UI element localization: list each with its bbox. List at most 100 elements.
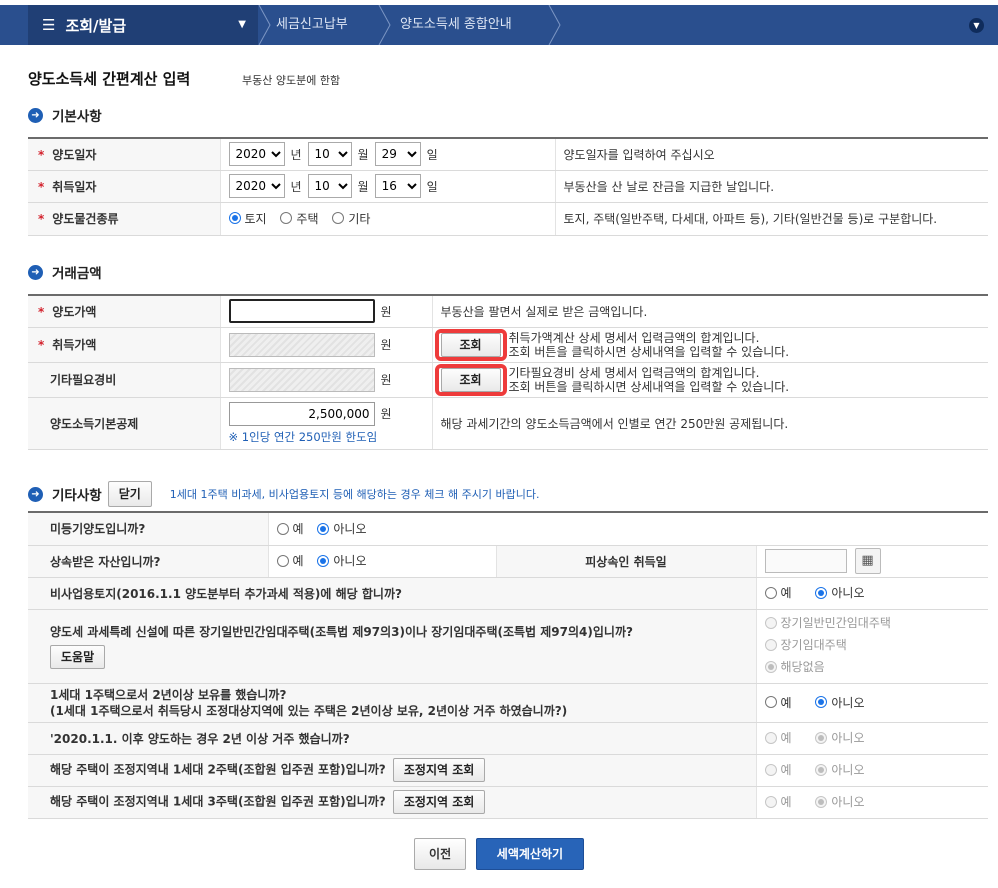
acquire-price-lookup-button[interactable]: 조회 [440, 332, 501, 357]
q4-option-long-term-rental[interactable]: 장기임대주택 [764, 635, 847, 655]
q7-row: 해당 주택이 조정지역내 1세대 2주택(조합원 입주권 포함)입니까? 조정지… [28, 754, 989, 787]
q3-label: 비사업용토지(2016.1.1 양도분부터 추가과세 적용)에 해당 합니까? [28, 577, 757, 610]
q2-yes[interactable]: 예 [276, 552, 304, 569]
other-expense-row: 기타필요경비 원 조회 기타필요경비 상세 명세서 입력금액의 합계입니다. 조… [28, 362, 988, 398]
radio-house[interactable]: 주택 [280, 210, 319, 227]
section-title: 기본사항 [52, 109, 102, 125]
q2-radios: 예 아니오 [268, 545, 497, 578]
q5-radios: 예 아니오 [756, 683, 989, 723]
year-unit: 년 [290, 179, 302, 194]
transfer-price-input[interactable] [228, 299, 375, 324]
q2-no[interactable]: 아니오 [317, 552, 367, 569]
q5-yes[interactable]: 예 [764, 694, 792, 711]
acquire-price-label: * 취득가액 [28, 327, 221, 363]
q7-no[interactable]: 아니오 [815, 761, 865, 778]
q7-yes[interactable]: 예 [764, 761, 792, 778]
radio-other[interactable]: 기타 [332, 210, 370, 227]
acquire-price-desc2: 조회 버튼을 클릭하시면 상세내역을 입력할 수 있습니다. [508, 344, 790, 359]
day-unit: 일 [426, 179, 438, 194]
basic-deduction-note: ※ 1인당 연간 250만원 한도임 [228, 429, 378, 444]
q4-row: 양도세 과세특례 신설에 따른 장기일반민간임대주택(조특법 제97의3)이나 … [28, 609, 989, 684]
q8-row: 해당 주택이 조정지역내 1세대 3주택(조합원 입주권 포함)입니까? 조정지… [28, 786, 989, 819]
section-amount-heading: ➜ 거래금액 [28, 262, 102, 282]
q4-option-general-rental[interactable]: 장기일반민간임대주택 [764, 613, 891, 633]
transfer-date-label: * 양도일자 [28, 137, 221, 171]
q4-radios: 장기일반민간임대주택 장기임대주택 해당없음 [756, 609, 989, 684]
inheritance-date-input[interactable] [764, 549, 847, 573]
close-button[interactable]: 닫기 [107, 481, 152, 507]
breadcrumb-separator-icon [548, 5, 561, 45]
q1-no[interactable]: 아니오 [317, 520, 367, 537]
prev-button[interactable]: 이전 [414, 838, 467, 870]
acquire-price-lookup-highlight: 조회 [434, 328, 507, 361]
q1-yes[interactable]: 예 [276, 520, 304, 537]
acquire-year-select[interactable]: 2020 [228, 174, 285, 198]
q4-option-none[interactable]: 해당없음 [764, 657, 825, 677]
day-unit: 일 [426, 147, 438, 162]
radio-land[interactable]: 토지 [228, 210, 267, 227]
q8-no[interactable]: 아니오 [815, 793, 865, 810]
section-other-heading: ➜ 기타사항 닫기 1세대 1주택 비과세, 비사업용토지 등에 해당하는 경우… [28, 481, 539, 507]
expand-chevron-icon[interactable]: ▼ [969, 18, 984, 33]
q6-label: '2020.1.1. 이후 양도하는 경우 2년 이상 거주 했습니까? [28, 722, 757, 755]
other-expense-label: 기타필요경비 [28, 362, 221, 398]
q3-no[interactable]: 아니오 [815, 584, 865, 601]
q3-row: 비사업용토지(2016.1.1 양도분부터 추가과세 적용)에 해당 합니까? … [28, 577, 989, 610]
transfer-month-select[interactable]: 10 [307, 142, 352, 167]
q6-row: '2020.1.1. 이후 양도하는 경우 2년 이상 거주 했습니까? 예 아… [28, 722, 989, 755]
q8-yes[interactable]: 예 [764, 793, 792, 810]
acquire-date-inputs: 2020 년 10 월 16 일 [220, 170, 556, 203]
basic-deduction-label: 양도소득기본공제 [28, 397, 221, 450]
q7-region-lookup-button[interactable]: 조정지역 조회 [392, 758, 486, 782]
acquire-month-select[interactable]: 10 [307, 174, 352, 198]
q6-yes[interactable]: 예 [764, 729, 792, 746]
property-type-radios: 토지 주택 기타 [220, 202, 556, 236]
transfer-price-row: * 양도가액 원 부동산을 팔면서 실제로 받은 금액입니다. [28, 294, 988, 328]
other-expense-lookup-button[interactable]: 조회 [440, 367, 501, 392]
q1-row: 미등기양도입니까? 예 아니오 [28, 511, 989, 546]
calculate-tax-button[interactable]: 세액계산하기 [475, 838, 584, 870]
basic-deduction-desc: 해당 과세기간의 양도소득금액에서 인별로 연간 250만원 공제됩니다. [432, 397, 988, 450]
transfer-date-row: * 양도일자 2020 년 10 월 29 일 양도일자를 입력하여 주십시오 [28, 137, 988, 171]
year-unit: 년 [290, 147, 302, 162]
q4-label: 양도세 과세특례 신설에 따른 장기일반민간임대주택(조특법 제97의3)이나 … [50, 625, 633, 639]
acquire-price-desc-cell: 조회 취득가액계산 상세 명세서 입력금액의 합계입니다. 조회 버튼을 클릭하… [432, 327, 988, 363]
basic-deduction-cell: 원 ※ 1인당 연간 250만원 한도임 [220, 397, 433, 450]
acquire-price-row: * 취득가액 원 조회 취득가액계산 상세 명세서 입력금액의 합계입니다. 조회… [28, 327, 988, 363]
footer-actions: 이전 세액계산하기 [0, 838, 998, 870]
q6-radios: 예 아니오 [756, 722, 989, 755]
transfer-year-select[interactable]: 2020 [228, 142, 285, 167]
other-expense-desc1: 기타필요경비 상세 명세서 입력금액의 합계입니다. [508, 365, 760, 380]
page-subtitle: 부동산 양도분에 한함 [242, 74, 341, 87]
q4-label-cell: 양도세 과세특례 신설에 따른 장기일반민간임대주택(조특법 제97의3)이나 … [28, 609, 757, 684]
other-table: 미등기양도입니까? 예 아니오 상속받은 자산입니까? 예 아니오 피상속인 취… [28, 511, 989, 819]
breadcrumb-item-transfer-tax[interactable]: 양도소득세 종합안내 [400, 5, 512, 45]
acquire-date-desc: 부동산을 산 날로 잔금을 지급한 날입니다. [555, 170, 988, 203]
other-expense-desc2: 조회 버튼을 클릭하시면 상세내역을 입력할 수 있습니다. [508, 379, 790, 394]
calendar-icon[interactable]: ▦ [854, 548, 881, 574]
top-navigation: ☰ 조회/발급 ▼ 세금신고납부 양도소득세 종합안내 ▼ [0, 5, 998, 45]
section-basic-heading: ➜ 기본사항 [28, 105, 102, 125]
q5-label-line2: (1세대 1주택으로서 취득당시 조정대상지역에 있는 주택은 2년이상 보유,… [50, 703, 568, 718]
help-button[interactable]: 도움말 [50, 645, 106, 669]
transfer-price-label: * 양도가액 [28, 294, 221, 328]
caret-down-icon: ▼ [238, 19, 246, 30]
transfer-day-select[interactable]: 29 [374, 142, 421, 167]
section-title: 기타사항 [52, 488, 102, 504]
q6-no[interactable]: 아니오 [815, 729, 865, 746]
acquire-day-select[interactable]: 16 [374, 174, 421, 198]
q8-region-lookup-button[interactable]: 조정지역 조회 [392, 790, 486, 814]
won-unit: 원 [380, 373, 392, 387]
breadcrumb-item-tax-filing[interactable]: 세금신고납부 [276, 5, 348, 45]
basic-deduction-input[interactable] [228, 401, 375, 426]
acquire-price-input [228, 332, 375, 357]
menu-label: 조회/발급 [65, 16, 127, 35]
q3-yes[interactable]: 예 [764, 584, 792, 601]
other-expense-desc-cell: 조회 기타필요경비 상세 명세서 입력금액의 합계입니다. 조회 버튼을 클릭하… [432, 362, 988, 398]
q2-date-cell: ▦ [756, 545, 989, 578]
q5-no[interactable]: 아니오 [815, 694, 865, 711]
q7-label: 해당 주택이 조정지역내 1세대 2주택(조합원 입주권 포함)입니까? [50, 762, 386, 777]
menu-dropdown[interactable]: ☰ 조회/발급 ▼ [28, 5, 258, 45]
month-unit: 월 [357, 147, 369, 162]
acquire-price-desc1: 취득가액계산 상세 명세서 입력금액의 합계입니다. [508, 330, 760, 345]
